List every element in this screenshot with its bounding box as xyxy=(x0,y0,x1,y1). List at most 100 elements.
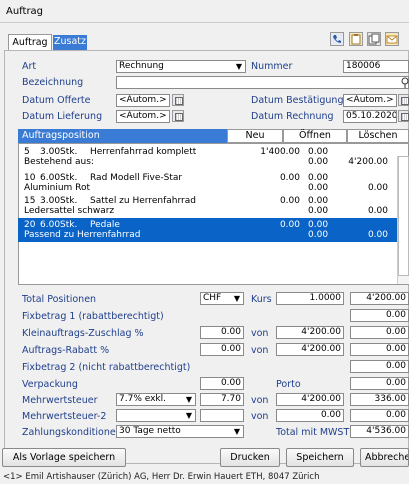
total-mwst-value: 4'536.00 xyxy=(350,425,409,438)
datum-offerte-input[interactable]: <Autom.> xyxy=(116,94,170,107)
rabatt-pct-input[interactable]: 0.00 xyxy=(200,343,244,356)
fixbetrag2-input[interactable]: 0.00 xyxy=(350,360,409,373)
vorlage-button[interactable]: Als Vorlage speichern xyxy=(2,448,126,467)
nummer-input[interactable]: 180006 xyxy=(343,60,409,73)
fixbetrag1-input[interactable]: 0.00 xyxy=(350,309,409,322)
currency-select[interactable]: CHF ▼ xyxy=(200,292,244,305)
zahlung-label: Zahlungskonditionen xyxy=(22,427,122,438)
porto-input[interactable]: 0.00 xyxy=(350,377,409,390)
speichern-button[interactable]: Speichern xyxy=(286,448,354,467)
rabatt-von-label: von xyxy=(251,345,269,356)
position-qty: 6.00Stk. xyxy=(40,173,78,183)
position-name: Herrenfahrrad komplett xyxy=(90,147,197,157)
mwst2-pct-input[interactable] xyxy=(200,409,244,422)
total-positionen-label: Total Positionen xyxy=(22,294,97,305)
position-nr: 5 xyxy=(24,147,30,157)
position-v1: 0.00 xyxy=(308,173,329,183)
datum-offerte-label: Datum Offerte xyxy=(22,95,91,106)
art-value: Rechnung xyxy=(119,61,164,71)
loeschen-button[interactable]: Löschen xyxy=(347,129,409,143)
abbrechen-button[interactable]: Abbreche xyxy=(360,448,409,467)
window-title: Auftrag xyxy=(6,6,44,17)
chevron-down-icon: ▼ xyxy=(233,61,245,72)
fixbetrag1-label: Fixbetrag 1 (rabattberechtigt) xyxy=(22,311,164,322)
position-v1: 0.00 xyxy=(308,147,329,157)
position-qty: 3.00Stk. xyxy=(40,196,78,206)
calendar-icon[interactable] xyxy=(172,94,184,106)
klein-label: Kleinauftrags-Zuschlag % xyxy=(22,328,144,339)
datum-lieferung-input[interactable]: <Autom.> xyxy=(116,110,170,123)
verpackung-input[interactable]: 0.00 xyxy=(200,377,244,390)
chevron-down-icon: ▼ xyxy=(231,426,243,437)
rabatt-value: 0.00 xyxy=(350,343,409,356)
search-icon[interactable] xyxy=(401,77,409,88)
position-nr: 10 xyxy=(24,173,36,183)
position-price: 1'400.00 xyxy=(260,147,300,157)
mwst-value: 336.00 xyxy=(350,393,409,406)
calendar-icon[interactable] xyxy=(398,110,409,122)
total-mwst-label: Total mit MWST xyxy=(276,427,350,438)
position-price: 0.00 xyxy=(279,196,300,206)
zahlung-value: 30 Tage netto xyxy=(119,426,181,436)
position-v2: 0.00 xyxy=(308,183,329,193)
position-v2: 0.00 xyxy=(308,157,329,167)
mwst2-von-input[interactable]: 0.00 xyxy=(276,409,344,422)
mwst-von-input[interactable]: 4'200.00 xyxy=(276,393,344,406)
klein-pct-input[interactable]: 0.00 xyxy=(200,326,244,339)
rabatt-label: Auftrags-Rabatt % xyxy=(22,345,110,356)
clipboard-icon[interactable] xyxy=(349,32,363,46)
verpackung-label: Verpackung xyxy=(22,379,78,390)
position-total: 4'200.00 xyxy=(348,157,388,167)
zahlung-select[interactable]: 30 Tage netto ▼ xyxy=(116,425,244,438)
datum-rechnung-label: Datum Rechnung xyxy=(251,111,334,122)
mwst-label: Mehrwertsteuer xyxy=(22,395,98,406)
phone-icon[interactable] xyxy=(330,32,344,46)
position-qty: 6.00Stk. xyxy=(40,220,78,230)
position-v1: 0.00 xyxy=(308,220,329,230)
position-desc: Ledersattel schwarz xyxy=(24,206,115,216)
position-nr: 15 xyxy=(24,196,36,206)
list-item[interactable]: 20 6.00Stk. Pedale Passend zu Herrenfahr… xyxy=(18,218,408,242)
scrollbar-thumb[interactable] xyxy=(398,156,409,276)
position-nr: 20 xyxy=(24,220,36,230)
position-v2: 0.00 xyxy=(308,206,329,216)
rabatt-von-input[interactable]: 4'200.00 xyxy=(276,343,344,356)
art-select[interactable]: Rechnung ▼ xyxy=(116,60,246,73)
tab-auftrag[interactable]: Auftrag xyxy=(8,34,52,50)
title-divider xyxy=(0,22,409,23)
mwst2-value: 0.00 xyxy=(350,409,409,422)
position-v1: 0.00 xyxy=(308,196,329,206)
oeffnen-button[interactable]: Öffnen xyxy=(283,129,347,143)
calendar-icon[interactable] xyxy=(398,94,409,106)
mwst2-select[interactable]: ▼ xyxy=(116,409,196,422)
mwst-select-value: 7.7% exkl. xyxy=(119,394,167,404)
total-positionen-value: 4'200.00 xyxy=(350,292,409,305)
drucken-button[interactable]: Drucken xyxy=(220,448,280,467)
list-item[interactable]: 5 3.00Stk. Herrenfahrrad komplett Besteh… xyxy=(18,146,408,174)
calendar-icon[interactable] xyxy=(172,110,184,122)
porto-label: Porto xyxy=(276,379,301,390)
kurs-input[interactable]: 1.0000 xyxy=(276,292,344,305)
art-label: Art xyxy=(22,61,37,72)
chevron-down-icon: ▼ xyxy=(183,410,195,421)
datum-rechnung-input[interactable]: 05.10.2020 xyxy=(343,110,397,123)
position-total: 0.00 xyxy=(367,206,388,216)
tab-zusatz[interactable]: Zusatz xyxy=(53,35,87,50)
nummer-label: Nummer xyxy=(251,61,293,72)
bezeichnung-input[interactable] xyxy=(116,76,409,89)
copy-icon[interactable] xyxy=(367,32,381,46)
klein-von-input[interactable]: 4'200.00 xyxy=(276,326,344,339)
klein-value: 0.00 xyxy=(350,326,409,339)
status-line: <1> Emil Artishauser (Zürich) AG, Herr D… xyxy=(3,472,320,482)
kurs-label: Kurs xyxy=(251,294,272,305)
position-desc: Bestehend aus: xyxy=(24,157,94,167)
mwst-select[interactable]: 7.7% exkl. ▼ xyxy=(116,393,196,406)
mail-icon[interactable] xyxy=(385,32,399,46)
datum-bestaetigung-input[interactable]: <Autom.> xyxy=(343,94,397,107)
neu-button[interactable]: Neu xyxy=(227,129,283,143)
mwst-von-label: von xyxy=(251,395,269,406)
mwst-pct-input[interactable]: 7.70 xyxy=(200,393,244,406)
tab-auftrag-label: Auftrag xyxy=(12,37,48,48)
position-name: Rad Modell Five-Star xyxy=(90,173,183,183)
position-price: 0.00 xyxy=(279,173,300,183)
